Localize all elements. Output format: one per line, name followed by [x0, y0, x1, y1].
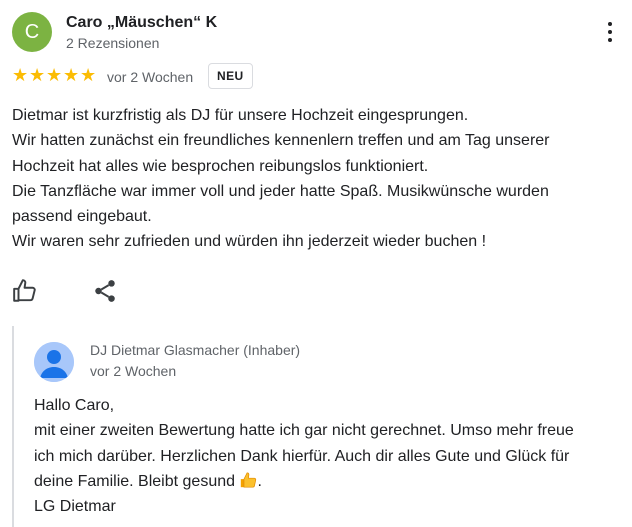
star-icon: ★	[29, 65, 46, 86]
more-options-icon	[608, 22, 612, 26]
reply-text-line: Hallo Caro,	[34, 397, 115, 414]
review-header: C Caro „Mäuschen“ K 2 Rezensionen	[0, 0, 632, 60]
review-time: vor 2 Wochen	[107, 69, 194, 85]
review-text-line: Die Tanzfläche war immer voll und jeder …	[12, 182, 549, 200]
new-badge: NEU	[208, 63, 253, 89]
reply-closing: LG Dietmar	[34, 498, 116, 516]
share-icon	[95, 280, 115, 302]
reviewer-avatar[interactable]: C	[12, 12, 52, 52]
reply-text-line: mit einer zweiten Bewertung hatte ich ga…	[34, 422, 574, 440]
owner-reply-text: Hallo Caro, mit einer zweiten Bewertung …	[34, 393, 632, 519]
reply-text-line: ich mich darüber. Herzlichen Dank hierfü…	[34, 447, 570, 465]
review-text-line: Hochzeit hat alles wie besprochen reibun…	[12, 157, 429, 175]
star-rating: ★★★★★	[12, 66, 97, 86]
reviewer-name[interactable]: Caro „Mäuschen“ K	[66, 14, 217, 32]
star-icon: ★	[12, 65, 29, 86]
reply-text-line: deine Familie. Bleibt gesund .	[34, 472, 262, 490]
thumbs-up-icon	[13, 279, 36, 302]
star-icon: ★	[63, 65, 80, 86]
review-text-line: Wir waren sehr zufrieden und würden ihn …	[12, 233, 487, 251]
star-icon: ★	[46, 65, 63, 86]
review-meta: ★★★★★ vor 2 Wochen NEU	[12, 63, 612, 89]
owner-name: DJ Dietmar Glasmacher (Inhaber)	[90, 342, 301, 358]
owner-avatar	[34, 342, 74, 382]
more-options-button[interactable]	[598, 20, 622, 44]
star-icon: ★	[80, 65, 97, 86]
person-icon	[34, 342, 74, 382]
owner-reply-time: vor 2 Wochen	[90, 363, 177, 379]
review-text-line: Dietmar ist kurzfristig als DJ für unser…	[12, 107, 469, 124]
share-button[interactable]	[92, 278, 118, 304]
owner-reply: DJ Dietmar Glasmacher (Inhaber) vor 2 Wo…	[12, 326, 632, 527]
reviewer-review-count[interactable]: 2 Rezensionen	[66, 35, 159, 51]
review-actions	[0, 276, 632, 308]
thumbs-up-emoji-icon	[241, 472, 257, 488]
review-text-line: Wir hatten zunächst ein freundliches ken…	[12, 132, 550, 150]
review-text: Dietmar ist kurzfristig als DJ für unser…	[12, 103, 624, 255]
like-button[interactable]	[12, 278, 38, 304]
review-text-line: passend eingebaut.	[12, 208, 152, 226]
